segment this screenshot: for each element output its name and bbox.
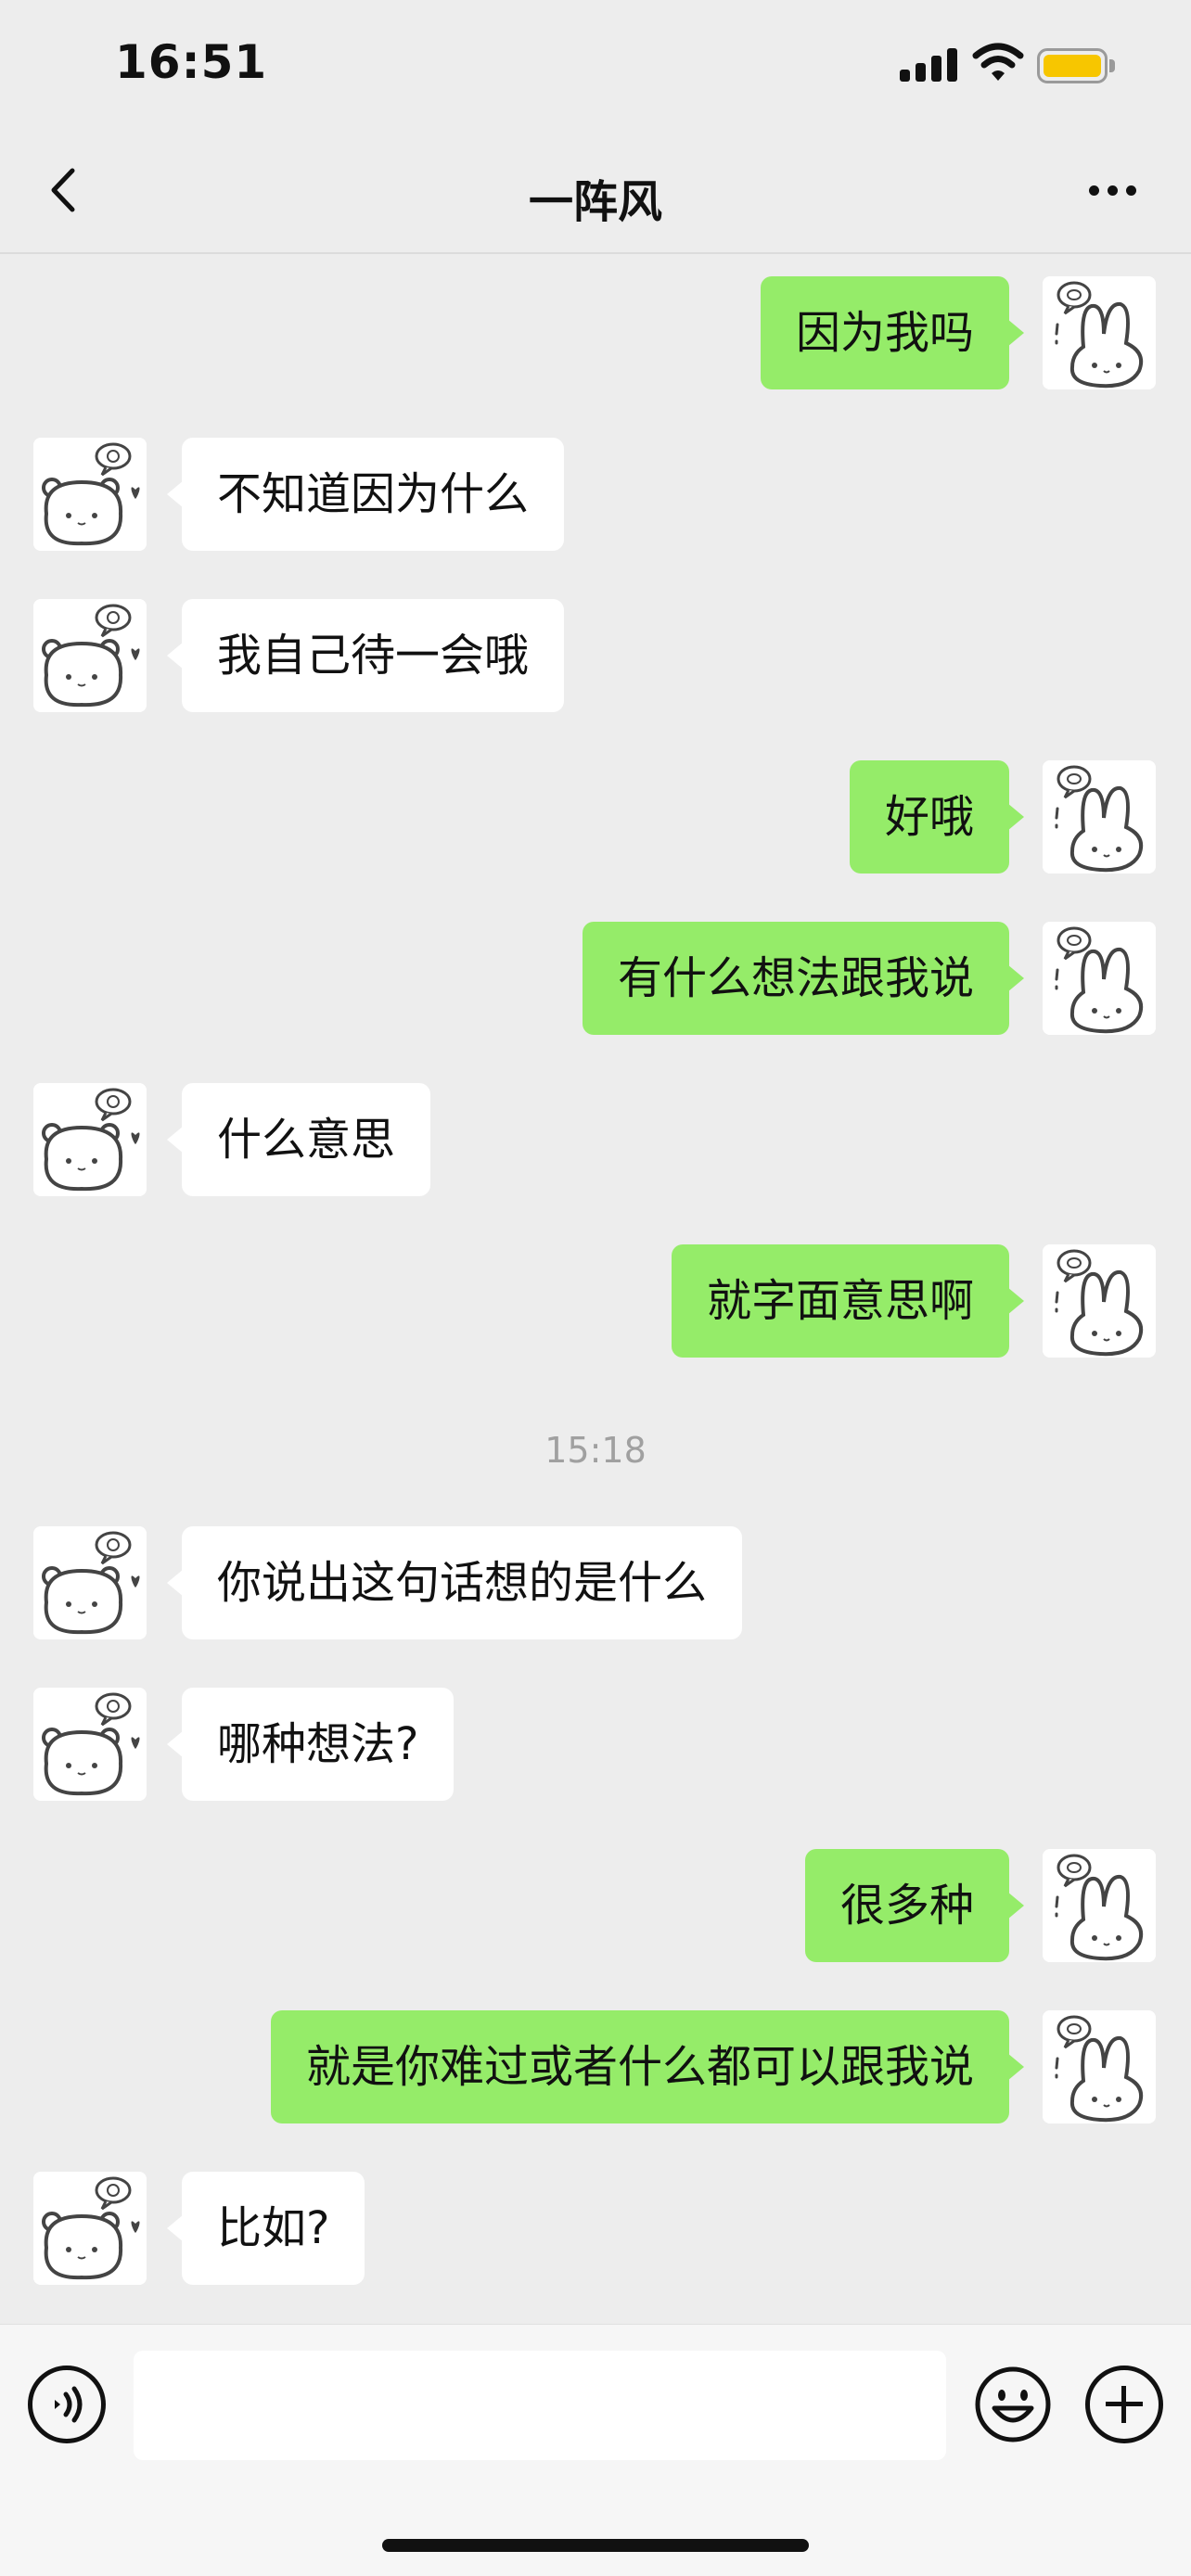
home-indicator [382, 2539, 809, 2552]
status-bar: 16:51 [0, 0, 1191, 130]
status-time: 16:51 [115, 35, 268, 89]
avatar[interactable] [1043, 2010, 1156, 2123]
received-message-bubble[interactable]: 哪种想法? [166, 1688, 455, 1801]
received-message-bubble[interactable]: 比如? [166, 2172, 365, 2285]
avatar[interactable] [33, 438, 147, 551]
avatar[interactable] [33, 1526, 147, 1639]
sent-message-bubble[interactable]: 因为我吗 [760, 276, 1025, 389]
received-message-bubble[interactable]: 你说出这句话想的是什么 [166, 1526, 743, 1639]
received-message-bubble[interactable]: 我自己待一会哦 [166, 599, 565, 712]
voice-icon[interactable] [28, 2366, 106, 2443]
message-input[interactable] [134, 2351, 946, 2460]
message-timestamp: 15:18 [544, 1430, 647, 1471]
received-message-bubble[interactable]: 不知道因为什么 [166, 438, 565, 551]
sent-message-bubble[interactable]: 好哦 [849, 760, 1025, 874]
received-message-bubble[interactable]: 什么意思 [166, 1083, 431, 1196]
chat-title: 一阵风 [528, 176, 662, 228]
avatar[interactable] [1043, 1244, 1156, 1358]
avatar[interactable] [33, 1688, 147, 1801]
sent-message-bubble[interactable]: 就是你难过或者什么都可以跟我说 [270, 2010, 1025, 2123]
avatar[interactable] [1043, 922, 1156, 1035]
sent-message-bubble[interactable]: 有什么想法跟我说 [582, 922, 1025, 1035]
avatar[interactable] [1043, 1849, 1156, 1962]
wifi-icon [972, 43, 1024, 81]
cellular-signal-icon [900, 48, 957, 82]
emoji-icon[interactable] [974, 2366, 1052, 2443]
avatar[interactable] [1043, 760, 1156, 874]
plus-icon[interactable] [1085, 2366, 1163, 2443]
avatar[interactable] [33, 1083, 147, 1196]
nav-bar: 一阵风 [0, 130, 1191, 254]
avatar[interactable] [1043, 276, 1156, 389]
more-dots-icon[interactable] [1076, 167, 1150, 213]
battery-icon [1037, 48, 1115, 83]
avatar[interactable] [33, 2172, 147, 2285]
avatar[interactable] [33, 599, 147, 712]
sent-message-bubble[interactable]: 很多种 [804, 1849, 1025, 1962]
chat-messages: 因为我吗 不知道因为什么 我自己待一会哦 好哦 有什么想法跟我说 什么意思 就字… [0, 256, 1191, 2324]
sent-message-bubble[interactable]: 就字面意思啊 [671, 1244, 1025, 1358]
